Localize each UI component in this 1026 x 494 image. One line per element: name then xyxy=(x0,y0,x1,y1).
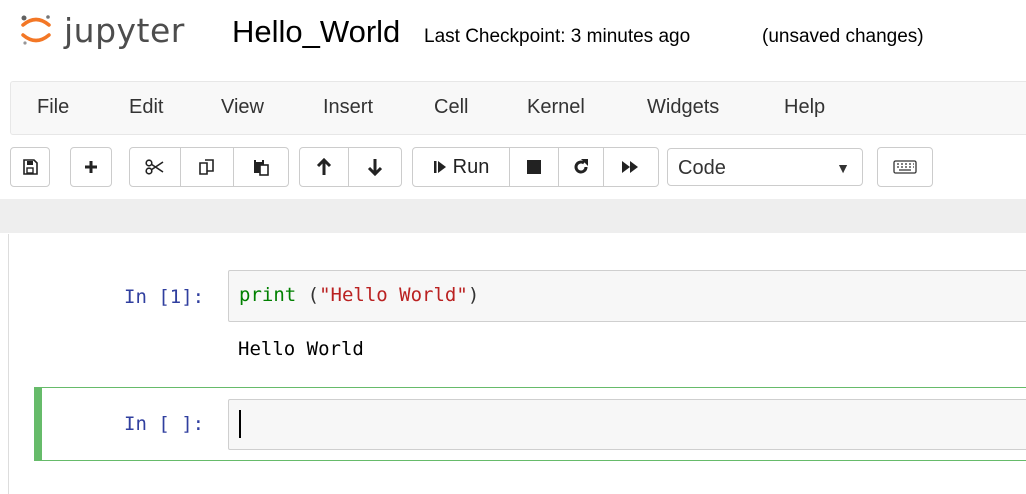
cell-type-value: Code xyxy=(678,157,726,179)
autosave-status: (unsaved changes) xyxy=(762,26,924,47)
menu-view[interactable]: View xyxy=(221,97,264,117)
jupyter-logo[interactable]: jupyter xyxy=(18,12,185,48)
run-button-label: Run xyxy=(452,155,490,178)
header-divider xyxy=(0,199,1026,233)
code-keyword: print xyxy=(239,284,297,306)
cell-output: Hello World xyxy=(238,338,364,360)
save-button[interactable] xyxy=(10,147,50,187)
selected-cell-indicator xyxy=(34,387,42,461)
notebook-header: jupyter Hello_World Last Checkpoint: 3 m… xyxy=(0,0,1026,78)
menu-widgets[interactable]: Widgets xyxy=(647,97,719,117)
paste-icon xyxy=(252,158,270,176)
menu-edit[interactable]: Edit xyxy=(129,97,163,117)
code-input[interactable]: print ("Hello World") xyxy=(228,270,1026,322)
copy-icon xyxy=(198,158,216,176)
move-up-button[interactable] xyxy=(299,147,349,187)
copy-button[interactable] xyxy=(180,147,234,187)
cut-icon xyxy=(145,159,165,175)
cell-type-select[interactable]: Code ▼ xyxy=(667,148,863,186)
move-down-button[interactable] xyxy=(348,147,402,187)
restart-run-all-button[interactable] xyxy=(603,147,659,187)
keyboard-icon xyxy=(893,160,917,174)
code-paren-open: ( xyxy=(296,284,320,306)
menu-help[interactable]: Help xyxy=(784,97,825,117)
command-palette-button[interactable] xyxy=(877,147,933,187)
menu-kernel[interactable]: Kernel xyxy=(527,97,585,117)
stop-icon xyxy=(526,159,542,175)
chevron-down-icon: ▼ xyxy=(836,160,850,176)
cut-button[interactable] xyxy=(129,147,181,187)
insert-cell-button[interactable] xyxy=(70,147,112,187)
fast-forward-icon xyxy=(621,159,641,175)
cell-prompt: In [ ]: xyxy=(124,413,205,435)
arrow-down-icon xyxy=(367,158,383,176)
refresh-icon xyxy=(572,158,590,176)
menu-insert[interactable]: Insert xyxy=(323,97,373,117)
paste-button[interactable] xyxy=(233,147,289,187)
restart-kernel-button[interactable] xyxy=(558,147,604,187)
step-forward-icon xyxy=(433,159,447,175)
toolbar: Run Code ▼ xyxy=(0,143,1026,193)
code-text: print ("Hello World") xyxy=(239,286,479,305)
code-paren-close: ) xyxy=(467,284,480,306)
plus-icon xyxy=(83,159,99,175)
arrow-up-icon xyxy=(316,158,332,176)
interrupt-kernel-button[interactable] xyxy=(509,147,559,187)
menu-cell[interactable]: Cell xyxy=(434,97,468,117)
run-button[interactable]: Run xyxy=(412,147,510,187)
menu-file[interactable]: File xyxy=(37,97,69,117)
save-icon xyxy=(22,159,38,175)
logo-text: jupyter xyxy=(64,10,185,50)
jupyter-logo-icon xyxy=(18,12,54,48)
code-string: "Hello World" xyxy=(319,284,468,306)
menu-bar: File Edit View Insert Cell Kernel Widget… xyxy=(10,81,1026,135)
text-cursor xyxy=(239,410,241,438)
cell-prompt: In [1]: xyxy=(124,286,205,308)
checkpoint-status: Last Checkpoint: 3 minutes ago xyxy=(424,26,691,47)
code-input[interactable] xyxy=(228,399,1026,450)
notebook-name[interactable]: Hello_World xyxy=(232,16,400,47)
